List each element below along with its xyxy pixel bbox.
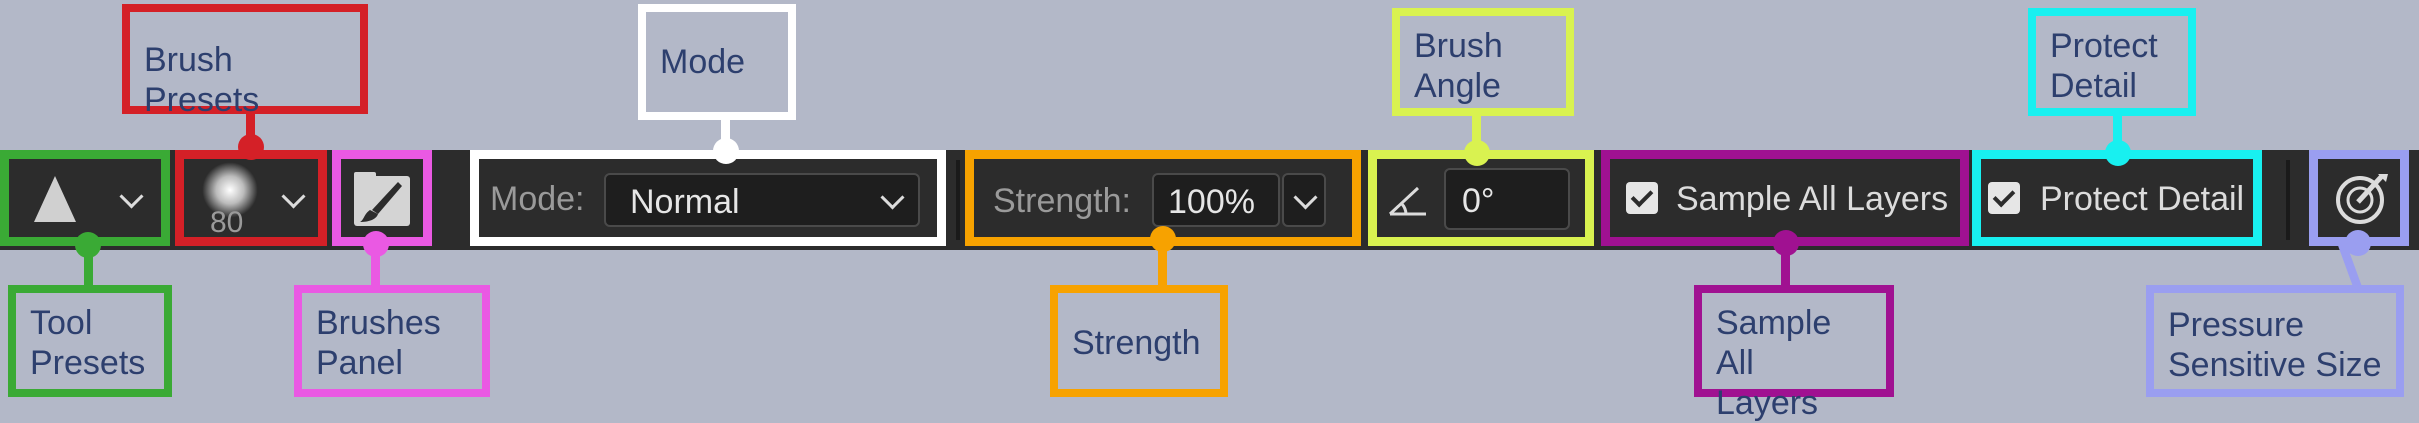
callout-dot <box>238 134 264 160</box>
callout-brush-angle: Brush Angle <box>1392 8 1574 116</box>
toolbar-separator <box>2286 160 2290 240</box>
callout-pressure-sensitive-size: Pressure Sensitive Size <box>2146 285 2404 397</box>
callout-strength: Strength <box>1050 285 1228 397</box>
callout-sample-all-layers: Sample All Layers <box>1694 285 1894 422</box>
callout-brushes-panel: Brushes Panel <box>294 285 490 397</box>
callout-brush-presets: Brush Presets <box>122 4 368 119</box>
mode-highlight <box>470 150 946 246</box>
callout-dot <box>2105 140 2131 166</box>
callout-protect-detail: Protect Detail <box>2028 8 2196 116</box>
callout-dot <box>1150 226 1176 252</box>
callout-mode: Mode <box>638 4 796 120</box>
callout-dot <box>1464 140 1490 166</box>
callout-dot <box>2345 230 2371 256</box>
callout-dot <box>713 138 739 164</box>
toolbar-separator <box>956 160 960 240</box>
callout-dot <box>363 231 389 257</box>
callout-dot <box>75 232 101 258</box>
callout-tool-presets: Tool Presets <box>8 285 172 397</box>
callout-dot <box>1773 230 1799 256</box>
brush-presets-highlight <box>175 150 327 246</box>
